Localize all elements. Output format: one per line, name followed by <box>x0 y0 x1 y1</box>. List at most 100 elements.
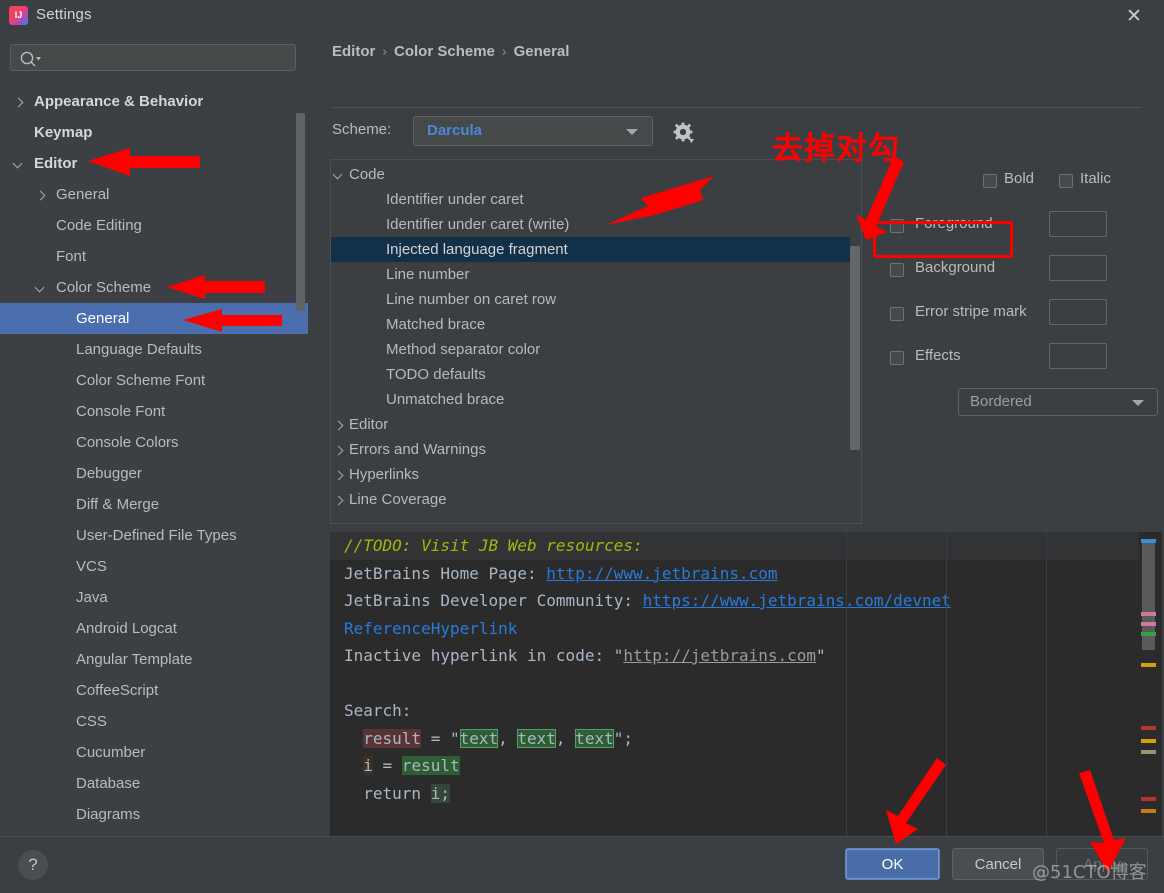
sidebar-item-debugger[interactable]: Debugger <box>0 458 308 489</box>
stripe-mark <box>1141 739 1156 743</box>
sidebar-item-diagrams[interactable]: Diagrams <box>0 799 308 830</box>
sidebar-item-user-defined-file-types[interactable]: User-Defined File Types <box>0 520 308 551</box>
background-checkbox[interactable] <box>890 263 904 277</box>
chevron-right-icon[interactable] <box>13 96 25 108</box>
sidebar-item-console-colors[interactable]: Console Colors <box>0 427 308 458</box>
close-icon[interactable]: ✕ <box>1120 3 1148 29</box>
effects-checkbox[interactable] <box>890 351 904 365</box>
sidebar-item-font[interactable]: Font <box>0 241 308 272</box>
preview-line-return: return i; <box>330 780 1139 808</box>
tree-item-identifier-under-caret-write[interactable]: Identifier under caret (write) <box>331 212 851 237</box>
sidebar-item-code-editing[interactable]: Code Editing <box>0 210 308 241</box>
tree-item-label: Code <box>349 166 385 183</box>
stripe-mark <box>1141 632 1156 636</box>
preview-reference-hyperlink[interactable]: ReferenceHyperlink <box>344 619 517 638</box>
dialog-button-bar: ? OK Cancel Apply <box>0 836 1164 893</box>
stripe-mark <box>1141 622 1156 626</box>
preview-url[interactable]: https://www.jetbrains.com/devnet <box>643 591 951 610</box>
chevron-right-icon[interactable] <box>333 469 345 481</box>
tree-item-errors-and-warnings[interactable]: Errors and Warnings <box>331 437 851 462</box>
tree-scrollbar-thumb[interactable] <box>850 246 860 450</box>
tree-item-todo-defaults[interactable]: TODO defaults <box>331 362 851 387</box>
effects-color-field[interactable] <box>1049 343 1107 369</box>
breadcrumb-item-general[interactable]: General <box>514 43 570 60</box>
foreground-color-field[interactable] <box>1049 211 1107 237</box>
sidebar-item-android-logcat[interactable]: Android Logcat <box>0 613 308 644</box>
gear-icon[interactable] <box>673 122 695 148</box>
preview-token-text3: text <box>575 728 614 748</box>
foreground-checkbox[interactable] <box>890 219 904 233</box>
sidebar-item-label: Database <box>76 775 141 792</box>
chevron-right-icon[interactable] <box>35 189 47 201</box>
tree-item-editor[interactable]: Editor <box>331 412 851 437</box>
sidebar-item-diff-merge[interactable]: Diff & Merge <box>0 489 308 520</box>
sidebar-item-general[interactable]: General <box>0 179 308 210</box>
scheme-select[interactable]: Darcula <box>413 116 653 146</box>
sidebar-item-label: Code Editing <box>56 217 142 234</box>
help-icon[interactable]: ? <box>18 850 48 880</box>
preview-guide-line <box>846 532 847 837</box>
sidebar-item-java[interactable]: Java <box>0 582 308 613</box>
tree-item-line-number-on-caret-row[interactable]: Line number on caret row <box>331 287 851 312</box>
sidebar-item-coffeescript[interactable]: CoffeeScript <box>0 675 308 706</box>
settings-sidebar: Appearance & Behavior Keymap Editor General… <box>0 31 308 836</box>
preview-error-stripe[interactable] <box>1139 532 1162 857</box>
sidebar-item-editor[interactable]: Editor <box>0 148 308 179</box>
sidebar-item-vcs[interactable]: VCS <box>0 551 308 582</box>
window-title: Settings <box>36 6 92 23</box>
stripe-mark <box>1141 797 1156 801</box>
chevron-down-icon[interactable] <box>333 169 345 181</box>
foreground-label: Foreground <box>915 215 993 232</box>
sidebar-item-appearance-behavior[interactable]: Appearance & Behavior <box>0 86 308 117</box>
color-preview-pane[interactable]: //TODO: Visit JB Web resources: JetBrain… <box>330 532 1139 857</box>
sidebar-item-language-defaults[interactable]: Language Defaults <box>0 334 308 365</box>
sidebar-item-color-scheme[interactable]: Color Scheme <box>0 272 308 303</box>
sidebar-item-general[interactable]: General <box>0 303 308 334</box>
sidebar-item-css[interactable]: CSS <box>0 706 308 737</box>
breadcrumb-item-editor[interactable]: Editor <box>332 43 375 60</box>
error-stripe-color-field[interactable] <box>1049 299 1107 325</box>
sidebar-item-keymap[interactable]: Keymap <box>0 117 308 148</box>
sidebar-item-label: Appearance & Behavior <box>34 93 204 110</box>
search-input[interactable] <box>10 44 296 71</box>
tree-item-label: Editor <box>349 416 389 433</box>
breadcrumb-item-color-scheme[interactable]: Color Scheme <box>394 43 495 60</box>
sidebar-item-database[interactable]: Database <box>0 768 308 799</box>
ok-button[interactable]: OK <box>845 848 940 880</box>
bold-label: Bold <box>1004 170 1035 187</box>
sidebar-item-color-scheme-font[interactable]: Color Scheme Font <box>0 365 308 396</box>
preview-token-i: i <box>363 756 373 775</box>
tree-item-injected-language-fragment[interactable]: Injected language fragment <box>331 237 851 262</box>
chevron-down-icon[interactable] <box>35 282 47 294</box>
tree-item-label: Method separator color <box>386 341 541 358</box>
tree-item-hyperlinks[interactable]: Hyperlinks <box>331 462 851 487</box>
apply-button[interactable]: Apply <box>1056 848 1148 880</box>
chevron-down-icon[interactable] <box>13 158 25 170</box>
sidebar-item-angular-template[interactable]: Angular Template <box>0 644 308 675</box>
sidebar-item-cucumber[interactable]: Cucumber <box>0 737 308 768</box>
error-stripe-mark-checkbox[interactable] <box>890 307 904 321</box>
sidebar-item-label: Console Colors <box>76 434 179 451</box>
preview-url[interactable]: http://www.jetbrains.com <box>546 564 777 583</box>
italic-checkbox[interactable] <box>1059 174 1073 188</box>
chevron-right-icon[interactable] <box>333 419 345 431</box>
tree-item-method-separator-color[interactable]: Method separator color <box>331 337 851 362</box>
bold-checkbox[interactable] <box>983 174 997 188</box>
chevron-right-icon[interactable] <box>333 444 345 456</box>
sidebar-item-label: VCS <box>76 558 107 575</box>
tree-item-line-number[interactable]: Line number <box>331 262 851 287</box>
background-color-field[interactable] <box>1049 255 1107 281</box>
sidebar-item-label: Console Font <box>76 403 166 420</box>
tree-item-unmatched-brace[interactable]: Unmatched brace <box>331 387 851 412</box>
sidebar-item-label: Language Defaults <box>76 341 202 358</box>
tree-item-identifier-under-caret[interactable]: Identifier under caret <box>331 187 851 212</box>
tree-item-label: Line number on caret row <box>386 291 557 308</box>
tree-item-line-coverage[interactable]: Line Coverage <box>331 487 851 512</box>
chevron-right-icon[interactable] <box>333 494 345 506</box>
sidebar-item-console-font[interactable]: Console Font <box>0 396 308 427</box>
sidebar-scrollbar-thumb[interactable] <box>296 113 305 311</box>
effects-type-select[interactable]: Bordered <box>958 388 1158 416</box>
cancel-button[interactable]: Cancel <box>952 848 1044 880</box>
tree-item-code[interactable]: Code <box>331 162 851 187</box>
tree-item-matched-brace[interactable]: Matched brace <box>331 312 851 337</box>
